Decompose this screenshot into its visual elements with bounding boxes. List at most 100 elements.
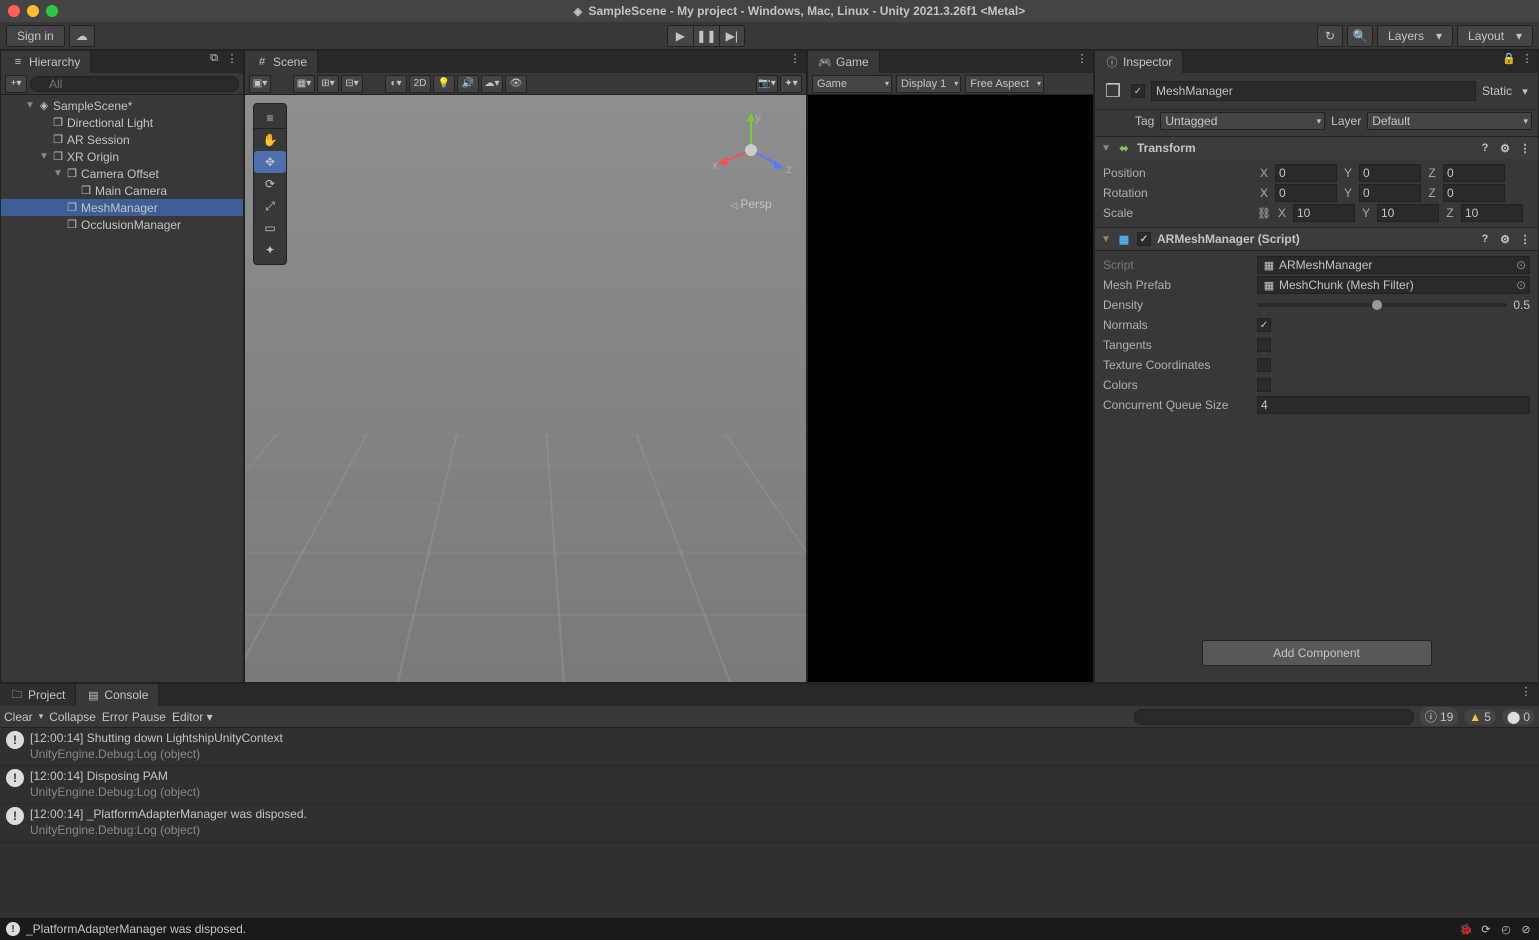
hierarchy-row[interactable]: ❒ OcclusionManager xyxy=(1,216,243,233)
step-button[interactable]: ▶| xyxy=(719,25,745,47)
layout-dropdown[interactable]: Layout▾ xyxy=(1457,25,1533,47)
script-field[interactable]: ▦ARMeshManager xyxy=(1257,256,1530,274)
rotate-tool[interactable]: ⟳ xyxy=(254,173,286,195)
scale-link-icon[interactable]: ⛓ xyxy=(1257,206,1271,220)
panel-menu-icon[interactable]: ⋮ xyxy=(1075,51,1089,65)
status-bug-icon[interactable]: 🐞 xyxy=(1459,922,1473,936)
game-viewport[interactable] xyxy=(808,95,1093,682)
game-display-dropdown[interactable]: Display 1 xyxy=(896,75,961,93)
help-icon[interactable]: ? xyxy=(1478,232,1492,246)
errorpause-toggle[interactable]: Error Pause xyxy=(102,710,166,724)
scene-fx-icon[interactable]: ☁▾ xyxy=(481,75,503,93)
signin-button[interactable]: Sign in xyxy=(6,25,65,47)
hierarchy-row[interactable]: ❒ Main Camera xyxy=(1,182,243,199)
add-component-button[interactable]: Add Component xyxy=(1202,640,1432,666)
tab-project[interactable]: 🗀 Project xyxy=(0,684,76,706)
scene-viewport[interactable]: ≡ ✋ ✥ ⟳ ⤢ ▭ ✦ y xyxy=(245,95,806,682)
meshprefab-field[interactable]: ▦MeshChunk (Mesh Filter) xyxy=(1257,276,1530,294)
draw-mode-dropdown[interactable]: ▣▾ xyxy=(249,75,271,93)
editor-dropdown[interactable]: Editor ▾ xyxy=(172,710,213,724)
status-activity-icon[interactable]: ⟳ xyxy=(1479,922,1493,936)
rotation-y-input[interactable] xyxy=(1359,184,1421,202)
shading-button[interactable]: ◐▾ xyxy=(385,75,407,93)
move-tool[interactable]: ✥ xyxy=(254,151,286,173)
hierarchy-row[interactable]: ❒ Directional Light xyxy=(1,114,243,131)
queue-input[interactable] xyxy=(1257,396,1530,414)
log-row[interactable]: ! [12:00:14] Shutting down LightshipUnit… xyxy=(0,728,1539,766)
panel-menu-icon[interactable]: ⋮ xyxy=(1519,684,1533,698)
density-slider[interactable] xyxy=(1257,303,1507,307)
tab-game[interactable]: 🎮 Game xyxy=(808,51,880,73)
tab-inspector[interactable]: ⓘ Inspector xyxy=(1095,51,1183,73)
rotation-x-input[interactable] xyxy=(1275,184,1337,202)
game-aspect-dropdown[interactable]: Free Aspect xyxy=(965,75,1044,93)
tab-hierarchy[interactable]: ≡ Hierarchy xyxy=(1,51,91,73)
snap-grid-button[interactable]: ⊟▾ xyxy=(341,75,363,93)
preset-icon[interactable]: ⚙ xyxy=(1498,232,1512,246)
hierarchy-row[interactable]: ▼ ❒ XR Origin xyxy=(1,148,243,165)
gameobject-name-input[interactable] xyxy=(1151,81,1476,101)
game-camera-dropdown[interactable]: Game xyxy=(812,75,892,93)
component-menu-icon[interactable]: ⋮ xyxy=(1518,232,1532,246)
status-autosave-icon[interactable]: ◴ xyxy=(1499,922,1513,936)
clear-button[interactable]: Clear xyxy=(4,710,33,724)
rotation-z-input[interactable] xyxy=(1443,184,1505,202)
info-count-badge[interactable]: ⓘ19 xyxy=(1420,707,1458,726)
tab-console[interactable]: ▤ Console xyxy=(76,684,159,706)
orientation-gizmo[interactable]: y x z ◁ Persp xyxy=(708,107,794,211)
layer-dropdown[interactable]: Default xyxy=(1367,112,1532,130)
hierarchy-row[interactable]: ❒ AR Session xyxy=(1,131,243,148)
position-z-input[interactable] xyxy=(1443,164,1505,182)
panel-menu-icon[interactable]: ⋮ xyxy=(1520,51,1534,65)
error-count-badge[interactable]: ⬤0 xyxy=(1502,709,1535,725)
hierarchy-tree[interactable]: ▼ ◈ SampleScene* ❒ Directional Light ❒ A… xyxy=(1,95,243,682)
scene-camera-icon[interactable]: 📷▾ xyxy=(756,75,778,93)
snap-increment-button[interactable]: ⊞▾ xyxy=(317,75,339,93)
scene-grid-button[interactable]: ▦▾ xyxy=(293,75,315,93)
scale-y-input[interactable] xyxy=(1377,204,1439,222)
search-icon[interactable]: 🔍 xyxy=(1347,25,1373,47)
hierarchy-search[interactable] xyxy=(30,76,239,92)
foldout-icon[interactable]: ▼ xyxy=(1101,143,1111,154)
maximize-window-icon[interactable] xyxy=(46,5,58,17)
close-window-icon[interactable] xyxy=(8,5,20,17)
hierarchy-create-button[interactable]: +▾ xyxy=(5,75,27,93)
panel-popout-icon[interactable]: ⧉ xyxy=(207,51,221,65)
scene-lighting-icon[interactable]: 💡 xyxy=(433,75,455,93)
normals-checkbox[interactable]: ✓ xyxy=(1257,318,1271,332)
texcoords-checkbox[interactable] xyxy=(1257,358,1271,372)
collapse-toggle[interactable]: Collapse xyxy=(49,710,96,724)
help-icon[interactable]: ? xyxy=(1478,141,1492,155)
console-search[interactable] xyxy=(1134,709,1414,725)
foldout-icon[interactable]: ▼ xyxy=(53,168,63,179)
gameobject-enabled-checkbox[interactable]: ✓ xyxy=(1131,84,1145,98)
console-log-list[interactable]: ! [12:00:14] Shutting down LightshipUnit… xyxy=(0,728,1539,918)
foldout-icon[interactable]: ▼ xyxy=(1101,234,1111,245)
tab-scene[interactable]: # Scene xyxy=(245,51,318,73)
warning-count-badge[interactable]: ▲5 xyxy=(1464,709,1496,725)
colors-checkbox[interactable] xyxy=(1257,378,1271,392)
scale-tool[interactable]: ⤢ xyxy=(254,195,286,217)
scale-z-input[interactable] xyxy=(1461,204,1523,222)
static-dropdown-icon[interactable]: ▾ xyxy=(1518,84,1532,98)
scene-visibility-icon[interactable]: 👁 xyxy=(505,75,527,93)
preset-icon[interactable]: ⚙ xyxy=(1498,141,1512,155)
log-row[interactable]: ! [12:00:14] _PlatformAdapterManager was… xyxy=(0,804,1539,842)
hierarchy-row[interactable]: ❒ MeshManager xyxy=(1,199,243,216)
rect-tool[interactable]: ▭ xyxy=(254,217,286,239)
position-x-input[interactable] xyxy=(1275,164,1337,182)
tangents-checkbox[interactable] xyxy=(1257,338,1271,352)
tag-dropdown[interactable]: Untagged xyxy=(1160,112,1325,130)
foldout-icon[interactable]: ▼ xyxy=(39,151,49,162)
panel-menu-icon[interactable]: ⋮ xyxy=(788,51,802,65)
hierarchy-row[interactable]: ▼ ❒ Camera Offset xyxy=(1,165,243,182)
log-row[interactable]: ! [12:00:14] Disposing PAMUnityEngine.De… xyxy=(0,766,1539,804)
component-menu-icon[interactable]: ⋮ xyxy=(1518,141,1532,155)
gizmos-dropdown[interactable]: ✦▾ xyxy=(780,75,802,93)
cloud-icon[interactable]: ☁ xyxy=(69,25,95,47)
component-enabled-checkbox[interactable]: ✓ xyxy=(1137,232,1151,246)
scale-x-input[interactable] xyxy=(1293,204,1355,222)
hand-tool[interactable]: ✋ xyxy=(254,129,286,151)
play-button[interactable]: ▶ xyxy=(667,25,693,47)
inspector-lock-icon[interactable]: 🔒 xyxy=(1502,51,1516,65)
